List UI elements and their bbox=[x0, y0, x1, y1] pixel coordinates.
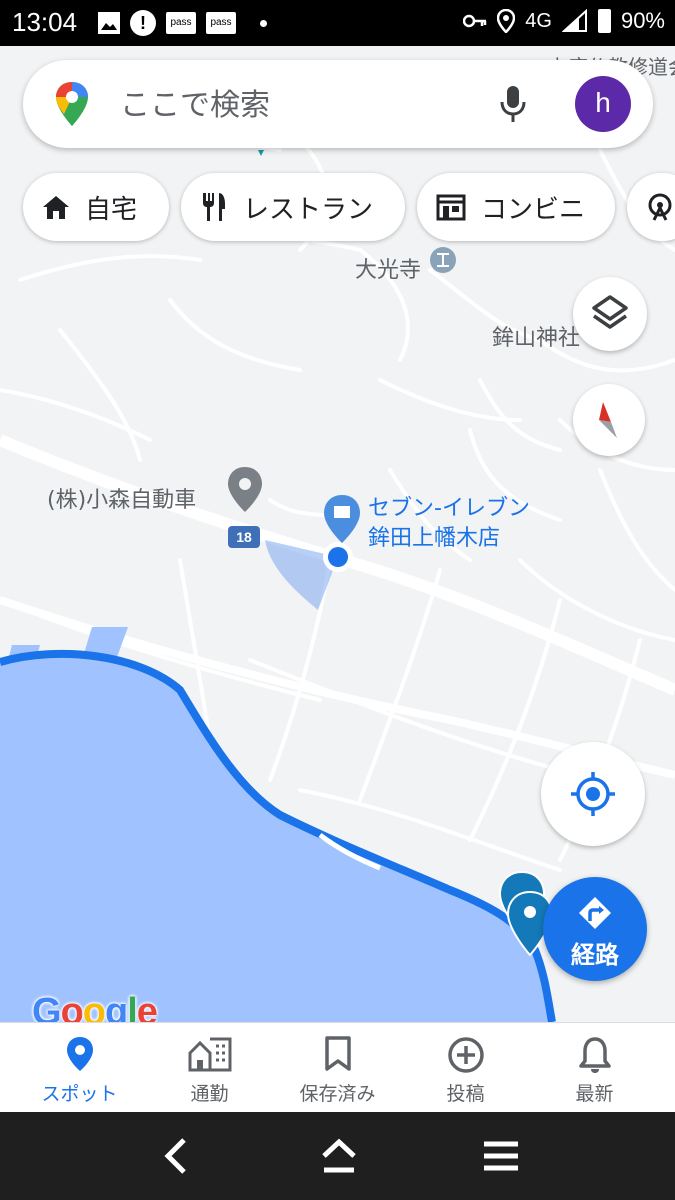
system-navigation-bar bbox=[0, 1112, 675, 1200]
chip-home[interactable]: 自宅 bbox=[23, 173, 169, 241]
layers-icon bbox=[592, 295, 628, 329]
chip-restaurant[interactable]: レストラン bbox=[181, 173, 405, 241]
logo-letter: o bbox=[82, 991, 106, 1022]
image-icon bbox=[98, 12, 120, 34]
store-name-line2: 鉾田上幡木店 bbox=[368, 526, 501, 551]
signal-icon bbox=[561, 9, 587, 32]
my-location-button[interactable] bbox=[541, 742, 645, 846]
account-avatar[interactable]: h bbox=[575, 76, 631, 132]
logo-letter: o bbox=[60, 991, 84, 1022]
nav-updates[interactable]: 最新 bbox=[527, 1023, 662, 1113]
compass-icon bbox=[599, 402, 617, 438]
chip-label: コンビニ bbox=[481, 194, 586, 225]
maps-logo-icon bbox=[56, 82, 88, 126]
directions-icon bbox=[579, 897, 611, 929]
menu-icon[interactable] bbox=[476, 1134, 526, 1178]
ferris-wheel-icon bbox=[648, 193, 672, 221]
exclamation-icon: ! bbox=[130, 10, 156, 36]
home-icon bbox=[43, 196, 69, 219]
nav-label: スポット bbox=[41, 1083, 118, 1105]
battery-level: 90% bbox=[620, 8, 665, 33]
logo-letter: g bbox=[105, 991, 128, 1022]
chip-convenience-store[interactable]: コンビニ bbox=[417, 173, 615, 241]
nav-label: 通勤 bbox=[190, 1083, 229, 1105]
microphone-icon[interactable] bbox=[498, 84, 528, 124]
network-type: 4G bbox=[525, 9, 552, 32]
logo-letter: e bbox=[136, 991, 158, 1022]
battery-icon bbox=[597, 9, 611, 33]
bell-icon bbox=[578, 1037, 611, 1073]
route-number-badge: 18 bbox=[228, 526, 260, 548]
map-label-temple[interactable]: 大光寺 bbox=[355, 252, 421, 284]
nav-contribute[interactable]: 投稿 bbox=[398, 1023, 533, 1113]
search-input[interactable] bbox=[118, 82, 482, 128]
status-bar: 13:04 ! pass pass 4G 90% bbox=[0, 0, 675, 46]
pass-icon: pass bbox=[166, 12, 196, 34]
nav-commute[interactable]: 通勤 bbox=[142, 1023, 277, 1113]
home-button-icon[interactable] bbox=[314, 1134, 364, 1178]
key-icon bbox=[463, 14, 487, 28]
store-poi-label[interactable]: セブン-イレブン 鉾田上幡木店 bbox=[368, 494, 530, 554]
commute-icon bbox=[188, 1037, 231, 1072]
store-name-line1: セブン-イレブン bbox=[368, 496, 530, 521]
search-bar[interactable]: h bbox=[23, 60, 653, 148]
more-notifications-dot bbox=[260, 19, 267, 27]
map-label-company[interactable]: (株)小森自動車 bbox=[47, 482, 196, 514]
pin-icon bbox=[66, 1037, 93, 1071]
store-icon bbox=[436, 194, 466, 221]
status-time: 13:04 bbox=[12, 7, 78, 37]
map-label-shrine[interactable]: 鉾山神社 bbox=[492, 320, 580, 352]
nav-saved[interactable]: 保存済み bbox=[270, 1023, 405, 1113]
layers-button[interactable] bbox=[573, 277, 647, 351]
logo-letter: l bbox=[127, 991, 138, 1022]
nav-explore[interactable]: スポット bbox=[12, 1023, 147, 1113]
notification-icons: ! pass pass bbox=[98, 10, 267, 36]
directions-button[interactable]: 経路 bbox=[543, 877, 647, 981]
google-logo: Google bbox=[32, 991, 158, 1022]
pass-icon: pass bbox=[206, 12, 236, 34]
compass-button[interactable] bbox=[573, 384, 645, 456]
system-status-icons: 4G 90% bbox=[463, 8, 665, 34]
location-icon bbox=[497, 9, 516, 33]
chip-label: レストラン bbox=[243, 194, 374, 225]
nav-label: 投稿 bbox=[446, 1083, 485, 1105]
chip-label: 自宅 bbox=[85, 194, 138, 225]
nav-label: 最新 bbox=[575, 1083, 614, 1105]
my-location-icon bbox=[571, 772, 615, 816]
directions-label: 経路 bbox=[571, 941, 619, 969]
nav-label: 保存済み bbox=[299, 1083, 376, 1105]
bookmark-icon bbox=[324, 1036, 351, 1071]
logo-letter: G bbox=[32, 991, 62, 1022]
add-circle-icon bbox=[447, 1037, 484, 1073]
bottom-navigation: スポット 通勤 保存済み 投稿 最新 bbox=[0, 1022, 675, 1113]
back-icon[interactable] bbox=[152, 1134, 202, 1178]
restaurant-icon bbox=[203, 193, 225, 221]
